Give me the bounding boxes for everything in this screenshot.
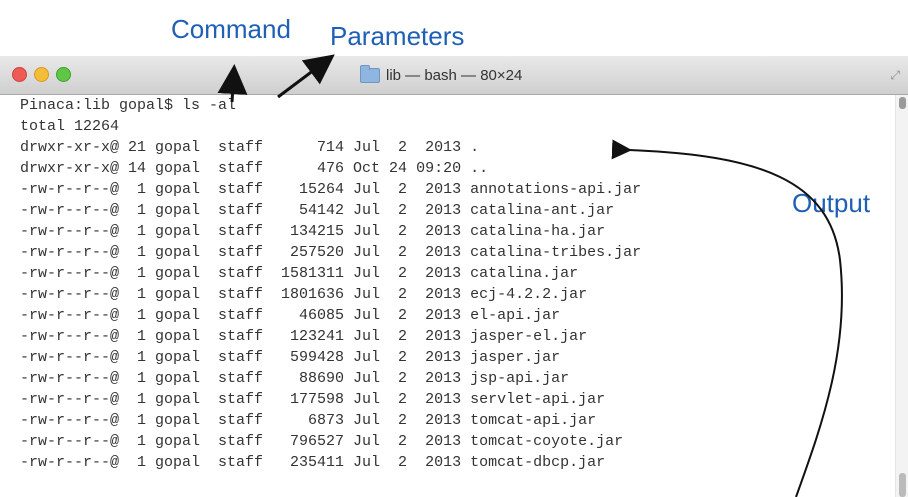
output-line: total 12264 <box>20 118 120 135</box>
output-line: -rw-r--r--@ 1 gopal staff 235411 Jul 2 2… <box>20 454 606 471</box>
title-bar[interactable]: lib — bash — 80×24 ⤢ <box>0 56 908 95</box>
command-annotation: Command <box>171 14 291 44</box>
fullscreen-icon[interactable]: ⤢ <box>890 68 900 83</box>
scroll-knob-top[interactable] <box>899 97 906 109</box>
terminal-window: lib — bash — 80×24 ⤢ Pinaca:lib gopal$ l… <box>0 56 908 497</box>
output-line: -rw-r--r--@ 1 gopal staff 1581311 Jul 2 … <box>20 265 579 282</box>
parameters-annotation: Parameters <box>330 21 465 51</box>
minimize-button[interactable] <box>34 67 49 82</box>
output-line: drwxr-xr-x@ 21 gopal staff 714 Jul 2 201… <box>20 139 480 156</box>
scroll-knob-bottom[interactable] <box>899 473 906 497</box>
output-line: -rw-r--r--@ 1 gopal staff 46085 Jul 2 20… <box>20 307 561 324</box>
output-annotation: Output <box>792 188 871 218</box>
window-title-text: lib — bash — 80×24 <box>386 66 523 84</box>
output-line: drwxr-xr-x@ 14 gopal staff 476 Oct 24 09… <box>20 160 489 177</box>
window-title: lib — bash — 80×24 <box>360 64 522 86</box>
output-line: -rw-r--r--@ 1 gopal staff 54142 Jul 2 20… <box>20 202 615 219</box>
output-line: -rw-r--r--@ 1 gopal staff 134215 Jul 2 2… <box>20 223 606 240</box>
close-button[interactable] <box>12 67 27 82</box>
output-line: -rw-r--r--@ 1 gopal staff 1801636 Jul 2 … <box>20 286 588 303</box>
terminal-output[interactable]: Pinaca:lib gopal$ ls -al total 12264 drw… <box>0 95 896 497</box>
command-line: Pinaca:lib gopal$ ls -al <box>20 97 237 114</box>
output-line: -rw-r--r--@ 1 gopal staff 796527 Jul 2 2… <box>20 433 624 450</box>
vertical-scrollbar[interactable] <box>895 95 908 497</box>
output-line: -rw-r--r--@ 1 gopal staff 15264 Jul 2 20… <box>20 181 642 198</box>
output-line: -rw-r--r--@ 1 gopal staff 123241 Jul 2 2… <box>20 328 588 345</box>
output-line: -rw-r--r--@ 1 gopal staff 599428 Jul 2 2… <box>20 349 561 366</box>
output-line: -rw-r--r--@ 1 gopal staff 6873 Jul 2 201… <box>20 412 597 429</box>
output-line: -rw-r--r--@ 1 gopal staff 257520 Jul 2 2… <box>20 244 642 261</box>
maximize-button[interactable] <box>56 67 71 82</box>
folder-icon <box>360 64 380 83</box>
output-line: -rw-r--r--@ 1 gopal staff 88690 Jul 2 20… <box>20 370 570 387</box>
output-line: -rw-r--r--@ 1 gopal staff 177598 Jul 2 2… <box>20 391 606 408</box>
